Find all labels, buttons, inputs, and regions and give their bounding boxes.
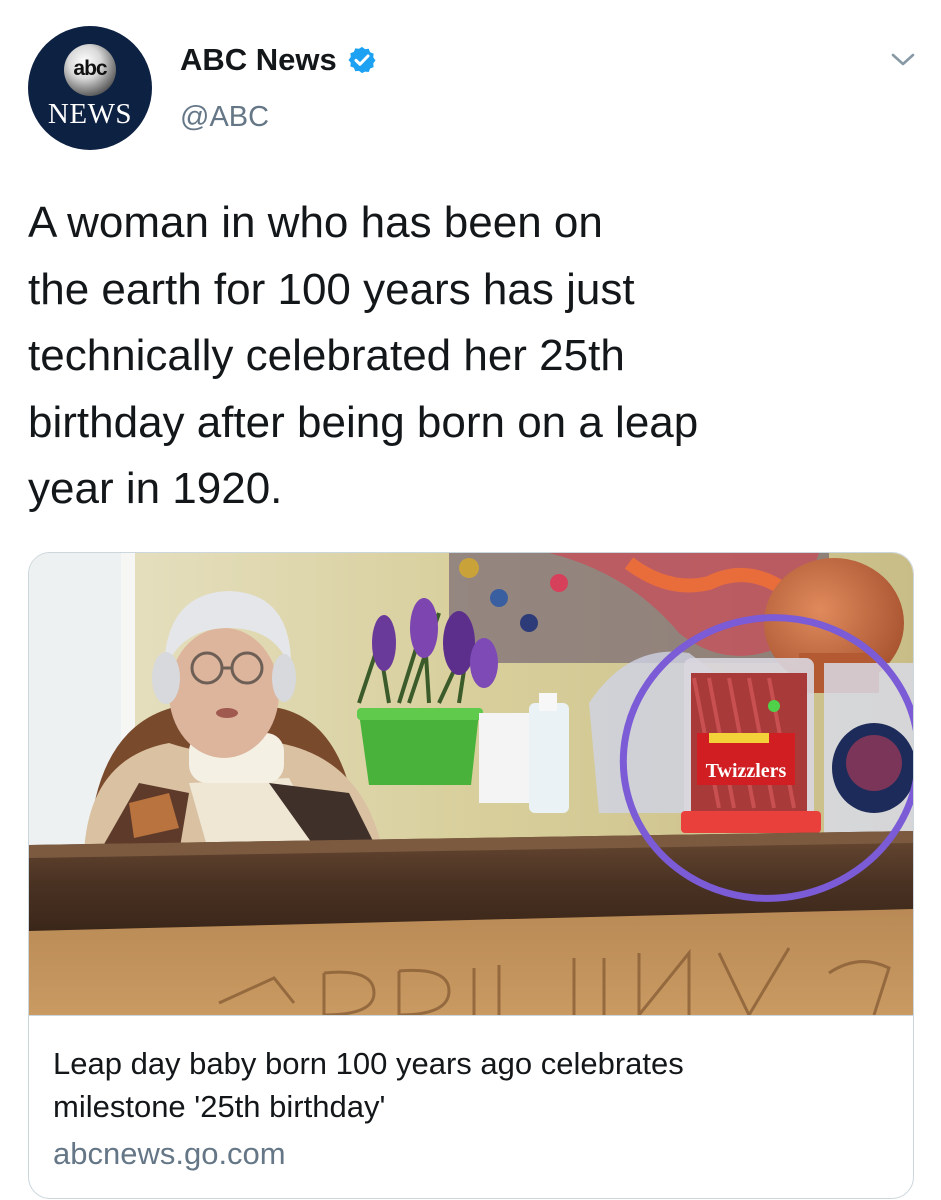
link-preview-domain[interactable]: abcnews.go.com	[53, 1136, 286, 1172]
link-preview-body[interactable]: Leap day baby born 100 years ago celebra…	[29, 1015, 913, 1198]
link-preview-image[interactable]: Twizzlers	[29, 553, 913, 1015]
tweet-text-line: technically celebrated her 25th	[28, 331, 625, 380]
tweet-text-line: the earth for 100 years has just	[28, 264, 635, 314]
account-handle[interactable]: @ABC	[180, 101, 269, 134]
tweet-text: A woman in who has been on the earth for…	[28, 190, 908, 523]
link-preview-card[interactable]: Twizzlers Leap day baby born 100 years a…	[28, 552, 914, 1199]
link-title-line: milestone '25th birthday'	[53, 1089, 386, 1124]
chevron-down-icon[interactable]	[890, 50, 916, 70]
tweet-header: abc NEWS ABC News @ABC	[0, 0, 941, 170]
link-preview-title[interactable]: Leap day baby born 100 years ago celebra…	[53, 1042, 893, 1128]
account-display-name[interactable]: ABC News	[180, 42, 337, 78]
link-title-line: Leap day baby born 100 years ago celebra…	[53, 1046, 684, 1081]
tweet-text-line: year in 1920.	[28, 464, 283, 513]
tweet-text-line: birthday after being born on a leap	[28, 397, 699, 447]
candy-label-text: Twizzlers	[706, 760, 787, 782]
avatar-logo-text: abc	[73, 57, 107, 80]
avatar-news-text: NEWS	[47, 98, 133, 130]
tweet-text-line: A woman in who has been on	[28, 198, 603, 247]
account-avatar[interactable]: abc NEWS	[28, 26, 152, 150]
verified-badge-icon	[348, 46, 376, 74]
account-name-row[interactable]: ABC News	[180, 42, 377, 78]
